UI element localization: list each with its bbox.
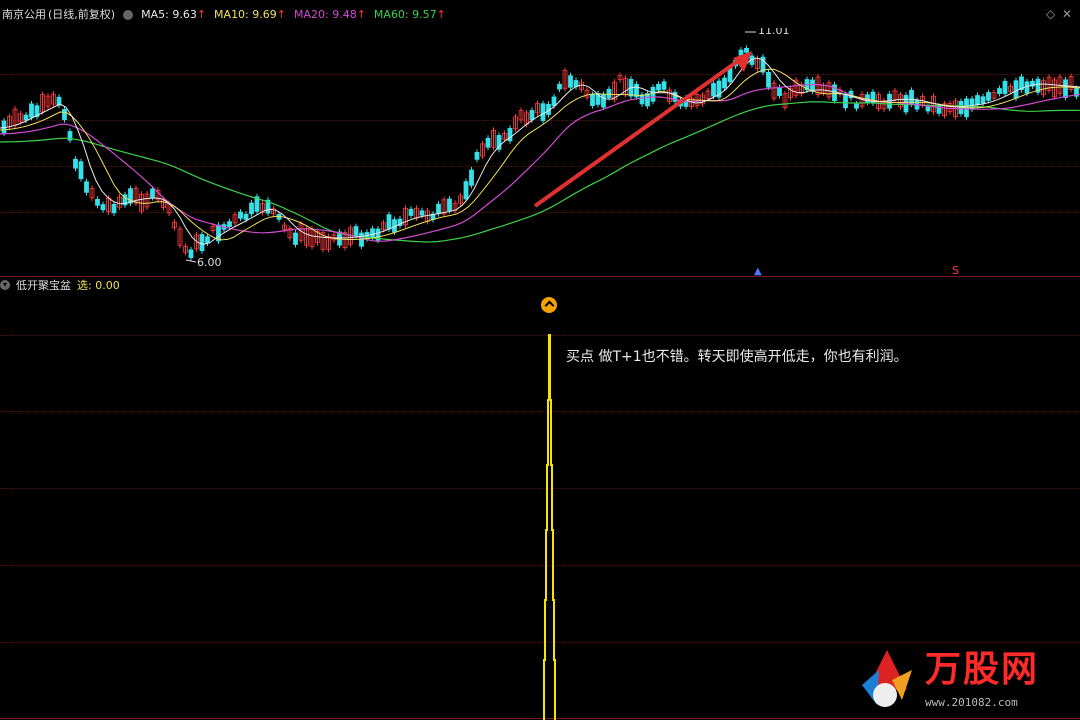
signal-note: 买点 做T+1也不错。转天即使高开低走，你也有利润。 [566,349,908,365]
candle [243,213,249,220]
candle [656,83,661,91]
candle [485,137,491,148]
trend-arrow [533,54,747,208]
candle [353,226,359,237]
ma60-line [0,101,1080,243]
candle [601,94,606,108]
candle [722,77,727,89]
candle [777,87,782,97]
candle [843,94,848,109]
buy-marker: ▲ [754,266,762,276]
candle [661,81,667,90]
candle [650,86,656,102]
candle [540,103,546,122]
period-label[interactable]: (日线,前复权) [48,0,115,30]
close-icon[interactable]: ✕ [1062,8,1074,20]
candle [408,208,414,216]
ma5-label: MA5: 9.63↑ [141,8,207,21]
indicator-title: ▾ 低开聚宝盆 选: 0.00 [0,277,120,293]
candle [810,79,815,92]
chart-header: 南京公用 (日线,前复权) MA5: 9.63↑ MA10: 9.69↑ MA2… [0,0,1080,30]
diamond-icon[interactable]: ◇ [1046,8,1058,20]
candle [111,203,117,214]
candle [474,151,480,160]
candle [1024,81,1030,94]
candle [557,83,562,90]
candle [205,236,210,244]
candle [1,120,7,134]
candle [188,249,194,259]
collapse-icon[interactable] [123,10,134,20]
indicator-name[interactable]: 低开聚宝盆 [16,277,71,293]
ma60-label: MA60: 9.57↑ [373,8,446,21]
ma10-label: MA10: 9.69↑ [214,8,286,21]
candle [23,114,29,121]
candle [62,109,67,121]
candle [227,221,232,227]
high-price-label: 11.01 [758,28,790,37]
candle [551,96,557,107]
candle [568,75,573,88]
candle [639,94,645,105]
candle [463,181,469,200]
low-price-label: 6.00 [197,256,222,269]
ma5-line [0,57,1080,245]
window-controls: ◇ ✕ [1046,8,1074,20]
candle [386,214,392,230]
candle [529,110,535,121]
scroll-up-icon[interactable] [541,297,557,313]
logo-icon [862,650,912,707]
stock-name[interactable]: 南京公用 [2,0,46,30]
candle [199,234,205,252]
sell-marker: S [952,264,959,276]
brand-url: www.201082.com [925,696,1018,709]
candle [447,198,452,211]
ma10-line [0,68,1080,241]
candle [436,203,441,215]
candle [997,88,1002,94]
candle [980,96,986,104]
candle [73,158,78,169]
watermark: 万股网 www.201082.com [855,640,1080,720]
candle [738,49,744,56]
candle [150,188,155,198]
candle [370,228,375,238]
price-chart[interactable]: 11.01 6.00 ▲ S [0,28,1080,276]
candle [100,204,106,211]
candle [469,169,474,186]
candle [249,202,254,215]
ma20-label: MA20: 9.48↑ [293,8,366,21]
candle [711,83,716,97]
candle [293,232,298,245]
candle [590,94,595,106]
candle [925,106,931,112]
candle [1002,80,1008,94]
candle [78,161,84,180]
panel-separator [0,276,1080,277]
candle [1063,79,1068,98]
candle [29,103,34,118]
candle [986,92,991,101]
brand-name: 万股网 [925,649,1040,690]
candle [744,47,749,53]
candle [766,71,771,88]
collapse-icon[interactable]: ▾ [0,280,10,290]
candle [854,103,859,109]
candle [1013,80,1019,99]
candle [975,95,980,105]
candle [606,88,612,98]
indicator-value: 选: 0.00 [77,279,120,292]
candle [645,93,650,107]
signal-spike [543,334,556,720]
candle [95,198,100,206]
candle [419,210,425,216]
candle [84,181,89,193]
candle [238,211,243,219]
